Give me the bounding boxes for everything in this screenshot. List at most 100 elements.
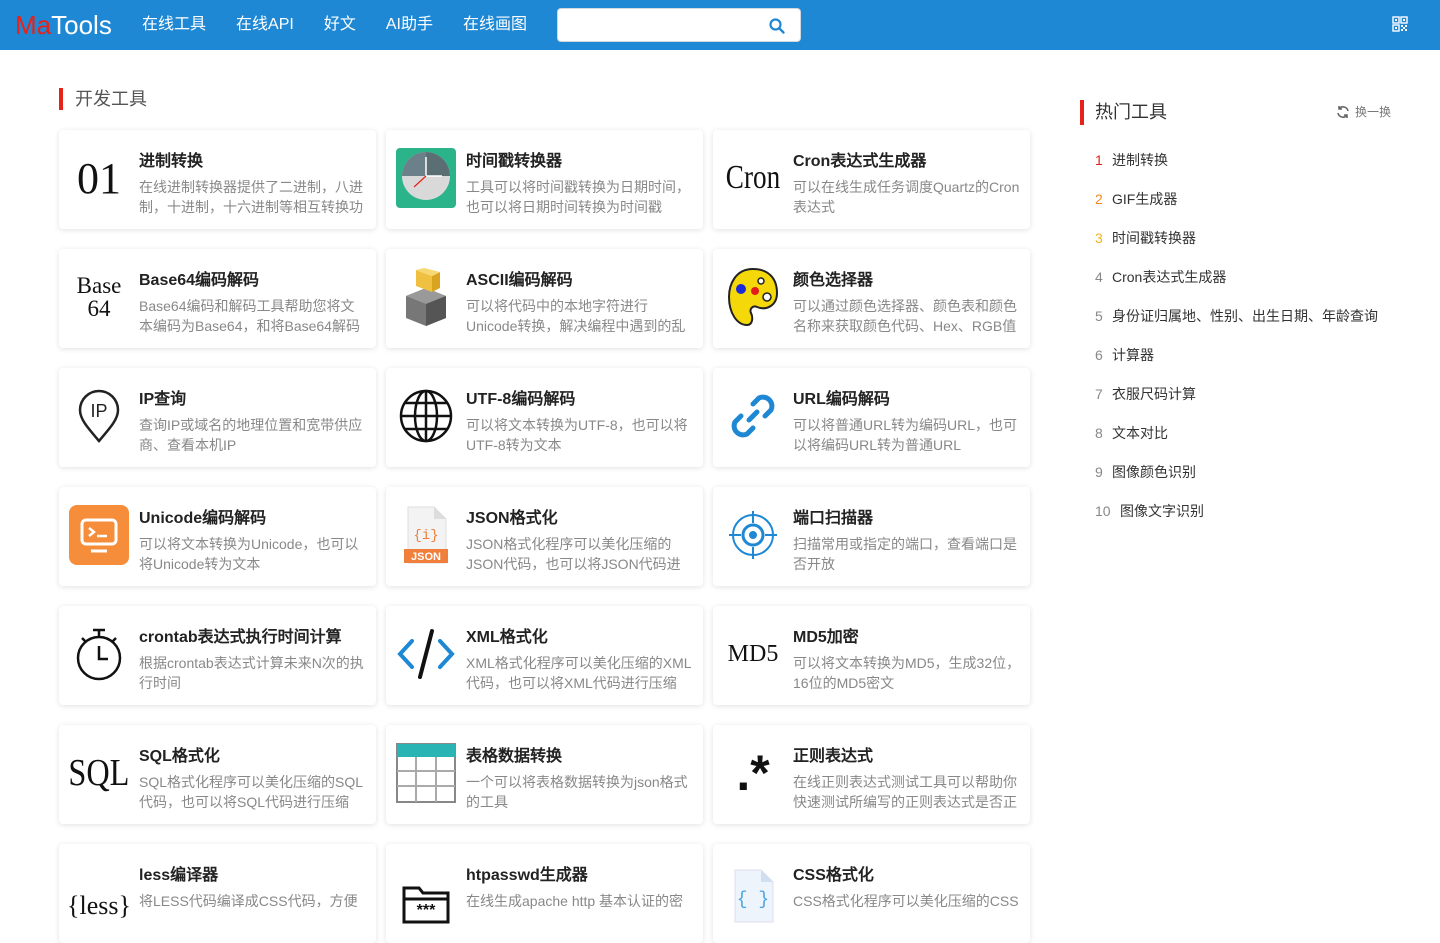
tool-card-less[interactable]: {less} less编译器 将LESS代码编译成CSS代码，方便: [59, 844, 376, 943]
tool-title: ASCII编码解码: [466, 272, 573, 289]
main-nav: 在线工具 在线API 好文 AI助手 在线画图: [142, 14, 557, 36]
globe-icon: [394, 384, 458, 448]
tool-title: UTF-8编码解码: [466, 391, 576, 408]
tool-card-unicode[interactable]: Unicode编码解码 可以将文本转换为Unicode，也可以将Unicode转…: [59, 487, 376, 586]
tool-title: Base64编码解码: [139, 272, 260, 289]
svg-text:{i}: {i}: [413, 528, 438, 544]
tool-title: CSS格式化: [793, 867, 874, 884]
hot-item[interactable]: 5 身份证归属地、性别、出生日期、年龄查询: [1095, 306, 1378, 345]
folder-lock-icon: ***: [394, 870, 458, 934]
nav-online-tools[interactable]: 在线工具: [142, 14, 206, 36]
code-icon: [394, 622, 458, 686]
search-input[interactable]: [566, 15, 756, 37]
tool-desc: 在线正则表达式测试工具可以帮助你快速测试所编写的正则表达式是否正: [793, 774, 1017, 810]
tool-desc: 将LESS代码编译成CSS代码，方便: [139, 893, 358, 909]
logo[interactable]: MaTools: [15, 10, 112, 40]
tool-title: less编译器: [139, 867, 219, 884]
tool-title: XML格式化: [466, 629, 548, 646]
tool-title: MD5加密: [793, 629, 859, 646]
tool-desc: 一个可以将表格数据转换为json格式的工具: [466, 774, 688, 810]
tool-card-crontab[interactable]: crontab表达式执行时间计算 根据crontab表达式计算未来N次的执行时间: [59, 606, 376, 705]
svg-text:***: ***: [417, 902, 436, 919]
crosshair-icon: [721, 503, 785, 567]
hot-item[interactable]: 9 图像颜色识别: [1095, 462, 1378, 501]
clock-icon: [394, 146, 458, 210]
search-icon[interactable]: [768, 17, 786, 35]
nav-online-drawing[interactable]: 在线画图: [463, 14, 527, 36]
tool-desc: 扫描常用或指定的端口，查看端口是否开放: [793, 536, 1017, 572]
tool-title: Cron表达式生成器: [793, 153, 927, 170]
hot-item[interactable]: 7 衣服尺码计算: [1095, 384, 1378, 423]
hot-tools-list: 1 进制转换 2 GIF生成器 3 时间戳转换器 4 Cron表达式生成器 5 身份证归属…: [1095, 150, 1378, 540]
monitor-icon: [67, 503, 131, 567]
tool-desc: 在线生成apache http 基本认证的密: [466, 893, 684, 909]
text-sql-icon: SQL: [68, 752, 130, 794]
nav-ai-assistant[interactable]: AI助手: [386, 14, 433, 36]
tool-card-color-picker[interactable]: 颜色选择器 可以通过颜色选择器、颜色表和颜色名称来获取颜色代码、Hex、RGB值: [713, 249, 1030, 348]
tool-card-utf8[interactable]: UTF-8编码解码 可以将文本转换为UTF-8，也可以将UTF-8转为文本: [386, 368, 703, 467]
tool-title: 时间戳转换器: [466, 153, 563, 170]
hot-item[interactable]: 3 时间戳转换器: [1095, 228, 1378, 267]
tool-card-htpasswd[interactable]: *** htpasswd生成器 在线生成apache http 基本认证的密: [386, 844, 703, 943]
tool-desc: 可以通过颜色选择器、颜色表和颜色名称来获取颜色代码、Hex、RGB值: [793, 298, 1017, 334]
text-01-icon: 01: [77, 153, 121, 203]
tool-card-base64[interactable]: Base 64 Base64编码解码 Base64编码和解码工具帮助您将文本编码为…: [59, 249, 376, 348]
tool-desc: Base64编码和解码工具帮助您将文本编码为Base64，和将Base64解码: [139, 298, 360, 334]
tool-desc: SQL格式化程序可以美化压缩的SQL代码，也可以将SQL代码进行压缩: [139, 774, 364, 810]
tool-desc: 可以在线生成任务调度Quartz的Cron表达式: [793, 179, 1020, 215]
top-navbar: MaTools 在线工具 在线API 好文 AI助手 在线画图: [0, 0, 1440, 50]
tool-card-xml[interactable]: XML格式化 XML格式化程序可以美化压缩的XML代码，也可以将XML代码进行压…: [386, 606, 703, 705]
hot-tools-title: 热门工具: [1080, 100, 1167, 125]
tool-title: 正则表达式: [793, 748, 874, 765]
hot-item[interactable]: 1 进制转换: [1095, 150, 1378, 189]
tool-card-ascii[interactable]: ASCII编码解码 可以将代码中的本地字符进行Unicode转换，解决编程中遇到…: [386, 249, 703, 348]
refresh-label: 换一换: [1355, 105, 1392, 119]
css-file-icon: { }: [721, 864, 785, 928]
tool-card-table[interactable]: 表格数据转换 一个可以将表格数据转换为json格式的工具: [386, 725, 703, 824]
tool-card-timestamp[interactable]: 时间戳转换器 工具可以将时间戳转换为日期时间，也可以将日期时间转换为时间戳: [386, 130, 703, 229]
tool-card-cron[interactable]: Cron Cron表达式生成器 可以在线生成任务调度Quartz的Cron表达式: [713, 130, 1030, 229]
hot-item[interactable]: 4 Cron表达式生成器: [1095, 267, 1378, 306]
tool-card-base-convert[interactable]: 01 进制转换 在线进制转换器提供了二进制，八进制，十进制，十六进制等相互转换功: [59, 130, 376, 229]
tool-title: crontab表达式执行时间计算: [139, 629, 342, 646]
tool-desc: XML格式化程序可以美化压缩的XML代码，也可以将XML代码进行压缩: [466, 655, 692, 691]
tool-desc: CSS格式化程序可以美化压缩的CSS: [793, 893, 1019, 909]
tool-card-md5[interactable]: MD5 MD5加密 可以将文本转换为MD5，生成32位，16位的MD5密文: [713, 606, 1030, 705]
svg-text:{ }: { }: [737, 890, 769, 910]
hot-item[interactable]: 6 计算器: [1095, 345, 1378, 384]
tool-desc: 根据crontab表达式计算未来N次的执行时间: [139, 655, 364, 691]
tool-desc: 可以将普通URL转为编码URL，也可以将编码URL转为普通URL: [793, 417, 1018, 453]
tool-title: htpasswd生成器: [466, 867, 588, 884]
hot-item[interactable]: 2 GIF生成器: [1095, 189, 1378, 228]
refresh-button[interactable]: 换一换: [1336, 103, 1391, 120]
tool-card-url[interactable]: URL编码解码 可以将普通URL转为编码URL，也可以将编码URL转为普通URL: [713, 368, 1030, 467]
tool-card-sql[interactable]: SQL SQL格式化 SQL格式化程序可以美化压缩的SQL代码，也可以将SQL代…: [59, 725, 376, 824]
section-title: 开发工具: [59, 88, 147, 110]
tool-desc: 查询IP或域名的地理位置和宽带供应商、查看本机IP: [139, 417, 363, 453]
tool-title: 表格数据转换: [466, 748, 563, 765]
tool-card-port-scanner[interactable]: 端口扫描器 扫描常用或指定的端口，查看端口是否开放: [713, 487, 1030, 586]
text-base64-icon: Base 64: [76, 273, 122, 321]
tool-card-css[interactable]: { } CSS格式化 CSS格式化程序可以美化压缩的CSS: [713, 844, 1030, 943]
link-icon: [721, 384, 785, 448]
hot-item[interactable]: 10 图像文字识别: [1095, 501, 1378, 540]
tool-title: IP查询: [139, 391, 187, 408]
tool-title: 颜色选择器: [793, 272, 874, 289]
tool-desc: 可以将文本转换为UTF-8，也可以将UTF-8转为文本: [466, 417, 688, 453]
tool-card-regex[interactable]: .* 正则表达式 在线正则表达式测试工具可以帮助你快速测试所编写的正则表达式是否…: [713, 725, 1030, 824]
text-cron-icon: Cron: [725, 159, 781, 196]
qrcode-icon[interactable]: [1392, 16, 1408, 32]
tool-desc: 可以将文本转换为Unicode，也可以将Unicode转为文本: [139, 536, 359, 572]
tool-card-json[interactable]: {i} JSON JSON格式化 JSON格式化程序可以美化压缩的JSON代码，也…: [386, 487, 703, 586]
svg-text:IP: IP: [90, 401, 107, 421]
nav-articles[interactable]: 好文: [324, 14, 356, 36]
regex-icon: .*: [736, 745, 770, 801]
ip-pin-icon: IP: [67, 384, 131, 448]
palette-icon: [721, 265, 785, 329]
nav-online-api[interactable]: 在线API: [236, 14, 294, 36]
tool-card-ip-query[interactable]: IP IP查询 查询IP或域名的地理位置和宽带供应商、查看本机IP: [59, 368, 376, 467]
tool-desc: 在线进制转换器提供了二进制，八进制，十进制，十六进制等相互转换功: [139, 179, 363, 215]
tool-desc: 可以将文本转换为MD5，生成32位，16位的MD5密文: [793, 655, 1021, 691]
text-md5-icon: MD5: [727, 640, 779, 667]
hot-item[interactable]: 8 文本对比: [1095, 423, 1378, 462]
